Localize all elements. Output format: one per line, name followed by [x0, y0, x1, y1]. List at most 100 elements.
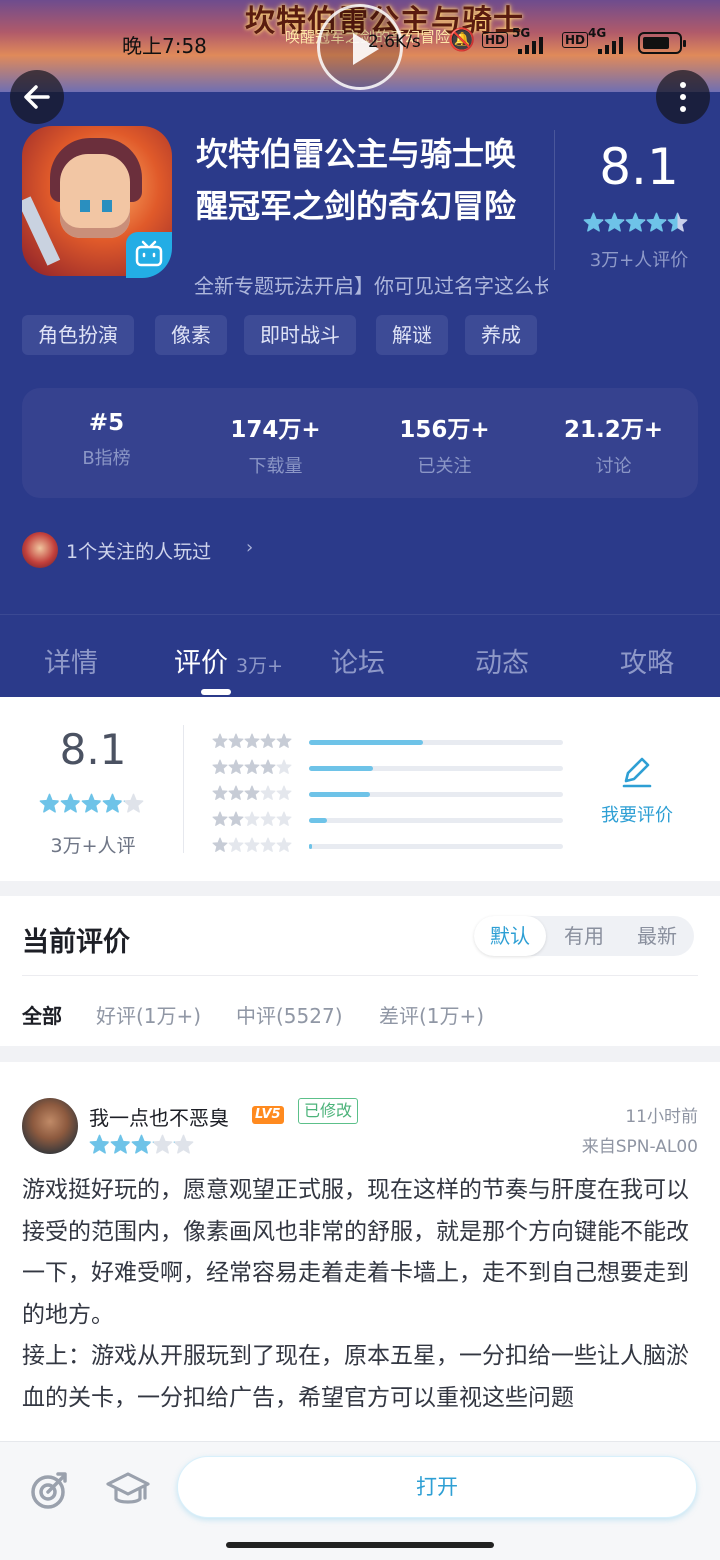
filter-all[interactable]: 全部 [22, 1000, 62, 1029]
star-icon [212, 733, 228, 748]
stat-value: 156万+ [399, 417, 490, 443]
review-body[interactable]: 游戏挺好玩的，愿意观望正式服，现在这样的节奏与肝度在我可以接受的范围内，像素画风… [22, 1170, 698, 1419]
stat-value: 21.2万+ [563, 417, 664, 443]
distribution-bar-track [309, 740, 563, 745]
star-icon [212, 811, 228, 826]
star-icon [646, 212, 667, 232]
distribution-bar-fill [309, 818, 327, 823]
sort-useful[interactable]: 有用 [548, 916, 620, 956]
star-icon [228, 759, 244, 774]
star-icon [81, 793, 102, 813]
star-icon [110, 1134, 131, 1154]
tab-reviews[interactable]: 评价 3万+ [174, 641, 283, 680]
distribution-bar-track [309, 818, 563, 823]
rating-score: 8.1 [59, 725, 127, 774]
star-icon [244, 759, 260, 774]
rating-count: 3万+人评 [50, 835, 136, 857]
star-icon [276, 811, 292, 826]
stat-downloads: 174万+ 下载量 [191, 410, 360, 478]
hd-badge-2: HD [562, 32, 589, 48]
app-title: 坎特伯雷公主与骑士唤醒冠军之剑的奇幻冒险 [196, 135, 517, 225]
friends-played-text: 1个关注的人玩过 [66, 541, 212, 563]
sort-newest[interactable]: 最新 [621, 916, 693, 956]
star-icon [131, 1134, 152, 1154]
tag-real-time-combat[interactable]: 即时战斗 [244, 315, 356, 355]
graduation-cap-icon[interactable] [106, 1470, 150, 1514]
distribution-stars [212, 733, 292, 749]
star-icon [583, 212, 604, 232]
rating-stars [39, 793, 144, 814]
back-button[interactable] [10, 70, 64, 124]
distribution-stars [212, 785, 292, 801]
star-icon [228, 785, 244, 800]
tag-pixel[interactable]: 像素 [155, 315, 227, 355]
star-icon [244, 785, 260, 800]
more-button[interactable] [656, 70, 710, 124]
distribution-bar-track [309, 792, 563, 797]
sort-toggle: 默认 有用 最新 [474, 916, 694, 956]
stat-value: 174万+ [230, 417, 321, 443]
battery-icon [638, 32, 686, 54]
review-time: 11小时前 [625, 1107, 698, 1127]
write-review-button[interactable]: 我要评价 [590, 755, 684, 827]
distribution-stars [212, 759, 292, 775]
distribution-stars [212, 811, 292, 827]
stat-label: B指榜 [82, 448, 131, 469]
open-button[interactable]: 打开 [177, 1456, 697, 1518]
app-header: 坎特伯雷公主与骑士 唤醒冠军之剑的奇幻冒险 晚上7:58 2.6K/s 🔕 HD… [0, 0, 720, 697]
avatar[interactable] [22, 1098, 78, 1154]
stat-rank[interactable]: #5 B指榜 [22, 410, 191, 470]
star-icon [244, 811, 260, 826]
stat-value: #5 [88, 410, 125, 436]
review-stars [89, 1134, 194, 1155]
rating-summary: 8.1 3万+人评 我要评价 [0, 697, 720, 881]
star-icon [260, 785, 276, 800]
distribution-bar-fill [309, 844, 312, 849]
hd-badge-1: HD [482, 32, 509, 48]
star-icon [123, 793, 144, 813]
star-icon [60, 793, 81, 813]
stat-discussions[interactable]: 21.2万+ 讨论 [529, 410, 698, 478]
tag-raising[interactable]: 养成 [465, 315, 537, 355]
tag-role-playing[interactable]: 角色扮演 [22, 315, 134, 355]
arrow-left-icon [24, 85, 50, 109]
star-icon [604, 212, 625, 232]
signal-icon-1 [516, 36, 546, 54]
target-icon[interactable] [30, 1470, 70, 1514]
distribution-row-3-star [212, 785, 572, 801]
tab-reviews-count: 3万+ [236, 655, 284, 677]
distribution-bar-fill [309, 740, 424, 745]
distribution-stars [212, 837, 292, 853]
stats-panel: #5 B指榜 174万+ 下载量 156万+ 已关注 21.2万+ 讨论 [22, 388, 698, 498]
star-icon [89, 1134, 110, 1154]
divider [554, 130, 555, 270]
bottom-action-bar: 打开 [0, 1441, 720, 1560]
distribution-bar-fill [309, 792, 370, 797]
app-stars [583, 212, 688, 233]
tab-details[interactable]: 详情 [44, 641, 98, 680]
divider [22, 975, 698, 976]
tab-bar: 详情 评价 3万+ 论坛 动态 攻略 [0, 614, 720, 697]
sort-default[interactable]: 默认 [474, 916, 546, 956]
star-icon [260, 811, 276, 826]
filter-positive[interactable]: 好评(1万+) [96, 1000, 201, 1029]
home-indicator[interactable] [226, 1542, 494, 1548]
signal-icon-2 [596, 36, 626, 54]
tab-guides[interactable]: 攻略 [620, 641, 674, 680]
star-icon [276, 759, 292, 774]
review-username[interactable]: 我一点也不恶臭 [89, 1102, 229, 1131]
app-description[interactable]: 全新专题玩法开启】你可见过名字这么长的游戏 [194, 270, 548, 299]
filter-negative[interactable]: 差评(1万+) [379, 1000, 484, 1029]
tag-puzzle[interactable]: 解谜 [376, 315, 448, 355]
star-icon [102, 793, 123, 813]
stat-label: 讨论 [595, 456, 632, 477]
divider [183, 725, 184, 853]
stat-label: 已关注 [417, 456, 472, 477]
app-score: 8.1 [599, 138, 679, 196]
distribution-bar-track [309, 844, 563, 849]
tab-forum[interactable]: 论坛 [331, 641, 385, 680]
tab-feed[interactable]: 动态 [475, 641, 529, 680]
filter-neutral[interactable]: 中评(5527) [236, 1000, 343, 1029]
chevron-right-icon: › [246, 537, 254, 558]
status-bar: 晚上7:58 2.6K/s 🔕 HD 5G HD 4G [0, 26, 720, 58]
